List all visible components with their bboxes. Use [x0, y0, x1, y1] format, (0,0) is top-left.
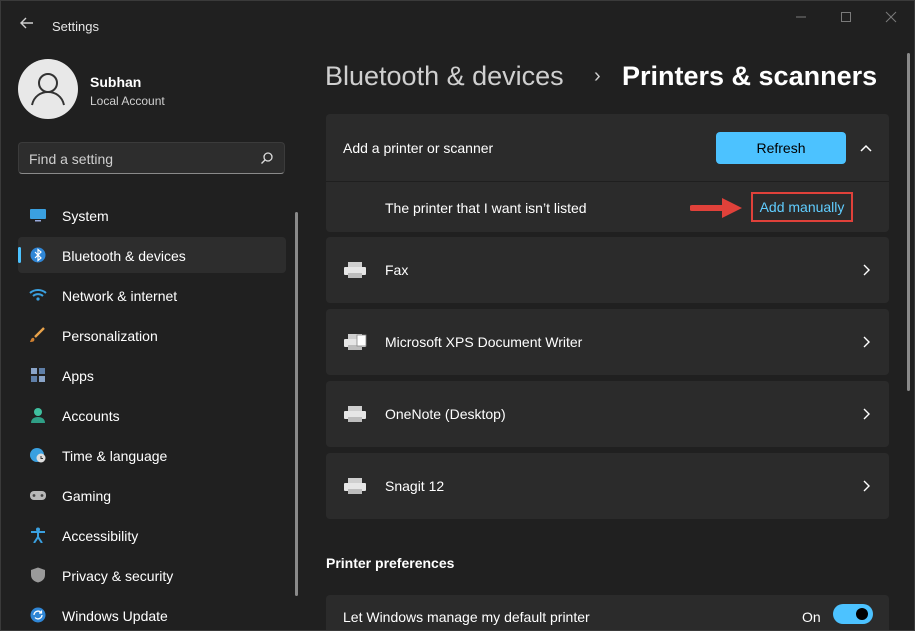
sidebar-item-bluetooth-devices[interactable]: Bluetooth & devices: [18, 237, 286, 273]
apps-icon: [31, 368, 45, 382]
chevron-right-icon: [863, 264, 870, 276]
search-input[interactable]: Find a setting: [18, 142, 285, 174]
sidebar-item-system[interactable]: System: [18, 197, 286, 233]
page-title: Printers & scanners: [622, 61, 878, 91]
globe-clock-icon: [30, 448, 46, 463]
sidebar-scrollbar[interactable]: [295, 212, 298, 596]
gamepad-icon: [30, 491, 46, 500]
chevron-up-icon[interactable]: [856, 138, 876, 158]
printer-item-snagit[interactable]: Snagit 12: [326, 453, 889, 519]
person-icon: [31, 73, 65, 106]
bluetooth-icon: [30, 247, 46, 263]
sidebar-item-label: Accessibility: [62, 528, 139, 544]
sidebar-item-personalization[interactable]: Personalization: [18, 317, 286, 353]
printer-name: OneNote (Desktop): [385, 406, 506, 422]
sidebar-item-label: Windows Update: [62, 608, 168, 624]
avatar[interactable]: [18, 59, 78, 119]
shield-icon: [31, 567, 45, 583]
sidebar-item-label: Personalization: [62, 328, 158, 344]
update-icon: [30, 607, 46, 623]
printer-document-icon: [344, 334, 367, 350]
printer-icon: [344, 478, 366, 494]
add-printer-label: Add a printer or scanner: [343, 140, 494, 156]
toggle-knob: [856, 608, 868, 620]
person-icon: [31, 408, 45, 423]
sidebar-item-label: Privacy & security: [62, 568, 174, 584]
sidebar-item-accounts[interactable]: Accounts: [18, 397, 286, 433]
breadcrumb-separator: ›: [594, 65, 601, 87]
sidebar-item-label: Bluetooth & devices: [62, 248, 186, 264]
active-indicator: [18, 247, 21, 263]
settings-window: Settings Subhan Local Account Find a set…: [0, 0, 915, 631]
breadcrumb[interactable]: Bluetooth & devices: [325, 61, 564, 92]
sidebar-item-time-language[interactable]: Time & language: [18, 437, 286, 473]
sidebar-item-label: System: [62, 208, 109, 224]
default-printer-setting: Let Windows manage my default printer On: [326, 595, 889, 630]
printer-name: Snagit 12: [385, 478, 445, 494]
sidebar-item-label: Gaming: [62, 488, 112, 504]
main-scrollbar[interactable]: [907, 53, 910, 391]
sidebar-item-network[interactable]: Network & internet: [18, 277, 286, 313]
add-printer-card: Add a printer or scanner Refresh The pri…: [326, 114, 889, 232]
printer-icon: [344, 406, 366, 422]
toggle-state-label: On: [802, 609, 821, 625]
sidebar-item-label: Network & internet: [62, 288, 178, 304]
brush-icon: [30, 327, 45, 342]
minimize-icon[interactable]: [778, 7, 824, 29]
sidebar-item-windows-update[interactable]: Windows Update: [18, 597, 286, 630]
printer-item-fax[interactable]: Fax: [326, 237, 889, 303]
sidebar-item-apps[interactable]: Apps: [18, 357, 286, 393]
sidebar-item-accessibility[interactable]: Accessibility: [18, 517, 286, 553]
sidebar-item-label: Time & language: [62, 448, 168, 464]
maximize-icon[interactable]: [823, 7, 869, 29]
default-printer-toggle[interactable]: [833, 604, 873, 624]
monitor-icon: [30, 209, 46, 222]
back-arrow-icon[interactable]: [17, 15, 37, 35]
printer-not-listed-label: The printer that I want isn’t listed: [385, 200, 587, 216]
account-type: Local Account: [90, 94, 165, 108]
wifi-icon: [29, 289, 47, 301]
printer-name: Microsoft XPS Document Writer: [385, 334, 583, 350]
sidebar-nav: System Bluetooth & devices Network & int…: [18, 197, 286, 630]
close-icon[interactable]: [868, 7, 914, 29]
chevron-right-icon: [863, 336, 870, 348]
printer-icon: [344, 262, 366, 278]
sidebar-item-privacy-security[interactable]: Privacy & security: [18, 557, 286, 593]
refresh-button[interactable]: Refresh: [716, 132, 846, 164]
red-arrow-icon: [690, 198, 742, 218]
user-name: Subhan: [90, 74, 142, 90]
search-placeholder: Find a setting: [29, 151, 114, 167]
printer-item-xps[interactable]: Microsoft XPS Document Writer: [326, 309, 889, 375]
section-title-printer-preferences: Printer preferences: [326, 555, 455, 571]
chevron-right-icon: [863, 480, 870, 492]
add-manually-link[interactable]: Add manually: [751, 192, 853, 222]
default-printer-label: Let Windows manage my default printer: [343, 609, 590, 625]
search-icon[interactable]: [260, 151, 274, 165]
chevron-right-icon: [863, 408, 870, 420]
sidebar-item-label: Apps: [62, 368, 94, 384]
printer-item-onenote[interactable]: OneNote (Desktop): [326, 381, 889, 447]
app-title: Settings: [52, 19, 99, 34]
accessibility-icon: [31, 527, 45, 543]
sidebar-item-gaming[interactable]: Gaming: [18, 477, 286, 513]
divider: [326, 181, 889, 182]
sidebar-item-label: Accounts: [62, 408, 120, 424]
printer-name: Fax: [385, 262, 409, 278]
title-bar: Settings: [1, 1, 914, 49]
